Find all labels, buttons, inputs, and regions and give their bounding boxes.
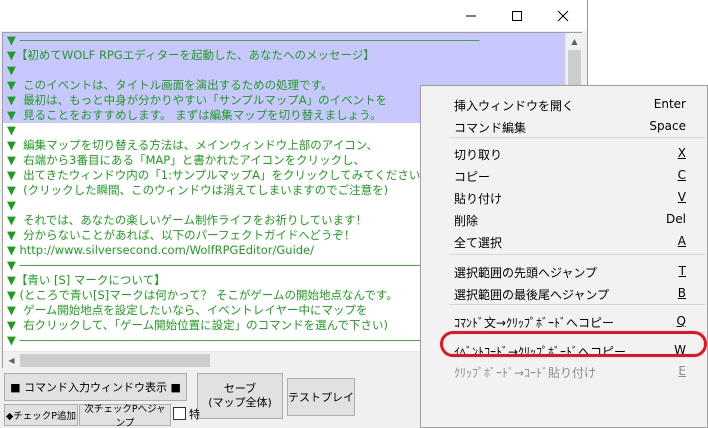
save-map-button[interactable]: セーブ (マップ全体) (197, 373, 283, 419)
menu-separator (449, 304, 705, 305)
menu-item-accelerator: C (677, 168, 686, 182)
menu-item-accelerator: T (678, 264, 686, 278)
menu-item[interactable]: ｺﾏﾝﾄﾞ文→ｸﾘｯﾌﾟﾎﾞｰﾄﾞへコピー Q (421, 310, 707, 332)
horizontal-scroll-thumb[interactable] (20, 354, 210, 367)
menu-item-label: コマンド編集 (454, 121, 527, 135)
menu-item-label: 削除 (454, 214, 479, 228)
menu-item[interactable]: 貼り付け V (421, 186, 707, 208)
command-line[interactable]: ▼ (3, 63, 565, 78)
scroll-left-icon[interactable]: ◀ (3, 352, 20, 369)
menu-item-label: 全て選択 (454, 236, 503, 250)
title-bar (0, 0, 587, 31)
command-input-window-button[interactable]: ■ コマンド入力ウィンドウ表示 ■ (4, 373, 187, 401)
menu-item-accelerator: Del (666, 212, 686, 226)
menu-item-label: 選択範囲の先頭へジャンプ (454, 266, 598, 280)
minimize-icon[interactable] (448, 0, 494, 31)
menu-item[interactable]: コピー C (421, 164, 707, 186)
jump-checkpoint-button[interactable]: 次チェックPへジャンプ (79, 404, 171, 428)
command-line[interactable]: ▼ ――――――――――――――――――――――――――――――――――――――… (3, 33, 565, 48)
special-checkbox-label: 特 (189, 408, 200, 421)
menu-item-label: 切り取り (454, 148, 503, 162)
menu-item-accelerator: Q (676, 314, 686, 328)
menu-item[interactable]: 選択範囲の最後尾へジャンプ B (421, 282, 707, 304)
add-checkpoint-button[interactable]: ◆チェックP追加 (4, 404, 78, 426)
menu-item-label: ｺﾏﾝﾄﾞ文→ｸﾘｯﾌﾟﾎﾞｰﾄﾞへコピー (454, 316, 615, 330)
menu-item[interactable]: 全て選択 A (421, 230, 707, 252)
menu-item-accelerator: Space (649, 119, 686, 133)
menu-item-accelerator: A (677, 234, 686, 248)
menu-item-accelerator: E (678, 364, 686, 378)
menu-item-label: 挿入ウィンドウを開く (454, 99, 575, 113)
menu-item-accelerator: Enter (653, 97, 686, 111)
scroll-up-icon[interactable]: ▲ (566, 33, 583, 50)
menu-item[interactable]: 削除 Del (421, 208, 707, 230)
maximize-icon[interactable] (494, 0, 540, 31)
close-icon[interactable] (540, 0, 586, 31)
context-menu: 挿入ウィンドウを開く Enter コマンド編集 Space 切り取り X コピー C 貼り付け V… (420, 85, 708, 428)
special-checkbox[interactable] (173, 407, 186, 420)
menu-item-accelerator: X (677, 146, 686, 160)
menu-item-accelerator: V (677, 190, 686, 204)
menu-item[interactable]: 切り取り X (421, 142, 707, 164)
menu-separator (449, 254, 705, 255)
menu-item[interactable]: コマンド編集 Space (421, 115, 707, 137)
menu-item[interactable]: 選択範囲の先頭へジャンプ T (421, 260, 707, 282)
menu-item-label: コピー (454, 170, 491, 184)
command-line[interactable]: ▼【初めてWOLF RPGエディターを起動した、あなたへのメッセージ】 (3, 48, 565, 63)
test-play-button[interactable]: テストプレイ (287, 378, 355, 416)
menu-item-label: ｸﾘｯﾌﾟﾎﾞｰﾄﾞ→ｺｰﾄﾞ貼り付け (454, 366, 597, 380)
menu-item-label: 貼り付け (454, 192, 503, 206)
highlight-annotation (440, 331, 707, 357)
menu-item-label: 選択範囲の最後尾へジャンプ (454, 288, 610, 302)
menu-item: ｸﾘｯﾌﾟﾎﾞｰﾄﾞ→ｺｰﾄﾞ貼り付け E (421, 360, 707, 382)
menu-item-accelerator: B (677, 286, 686, 300)
menu-item[interactable]: 挿入ウィンドウを開く Enter (421, 93, 707, 115)
menu-separator (449, 137, 705, 138)
